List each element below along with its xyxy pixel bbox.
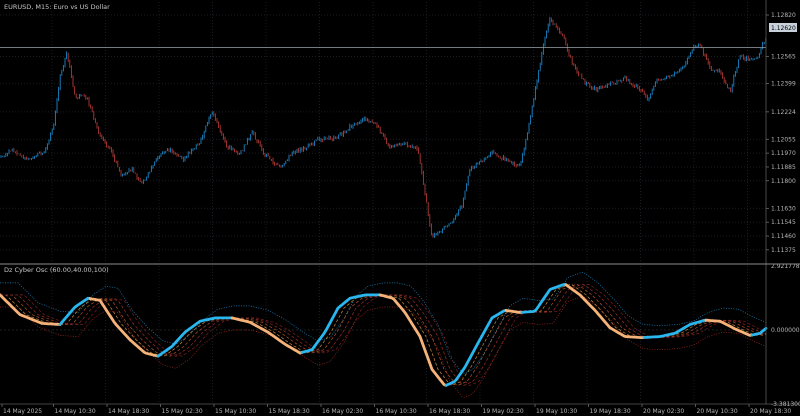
indicator-title: Dz Cyber Osc (60.00,40.00,100) [4, 266, 109, 274]
price-tick-label: 1.11630 [771, 205, 796, 212]
time-tick-label: 14 May 18:30 [108, 408, 149, 415]
time-tick-label: 19 May 02:30 [483, 408, 524, 415]
price-tick-label: 1.11970 [771, 150, 796, 157]
price-tick-label: 1.11375 [771, 247, 796, 254]
price-tick-label: 1.11800 [771, 178, 796, 185]
price-tick-label: 1.11545 [771, 219, 796, 226]
time-tick-label: 14 May 10:30 [55, 408, 96, 415]
trading-chart-canvas[interactable]: 1.12820 1.12565 1.12399 1.12224 1.12055 1.119… [0, 0, 800, 416]
time-tick-label: 19 May 18:30 [590, 408, 631, 415]
time-tick-label: 16 May 10:30 [376, 408, 417, 415]
symbol-title: EURUSD, M15: Euro vs US Dollar [4, 3, 110, 11]
time-tick-label: 19 May 10:30 [536, 408, 577, 415]
price-tick-label: 1.11460 [771, 233, 796, 240]
current-price-value: 1.12620 [771, 25, 796, 32]
time-tick-label: 15 May 02:30 [162, 408, 203, 415]
price-tick-label: 1.12055 [771, 136, 796, 143]
price-tick-label: 1.12565 [771, 53, 796, 60]
oscillator-tick-label: -3.381300 [771, 401, 800, 408]
time-tick-label: 14 May 2025 [3, 408, 42, 415]
time-tick-label: 20 May 10:30 [697, 408, 738, 415]
time-tick-label: 15 May 18:30 [269, 408, 310, 415]
current-price-tag: 1.12620 [769, 23, 797, 32]
time-tick-label: 16 May 18:30 [429, 408, 470, 415]
time-tick-label: 20 May 02:30 [643, 408, 684, 415]
price-tick-label: 1.12820 [771, 12, 796, 19]
time-tick-label: 20 May 18:30 [750, 408, 791, 415]
oscillator-tick-label: 0.000000 [771, 327, 800, 334]
time-tick-label: 16 May 02:30 [322, 408, 363, 415]
price-tick-label: 1.12224 [771, 109, 796, 116]
price-tick-label: 1.12399 [771, 80, 796, 87]
price-tick-label: 1.11885 [771, 164, 796, 171]
time-tick-label: 15 May 10:30 [215, 408, 256, 415]
